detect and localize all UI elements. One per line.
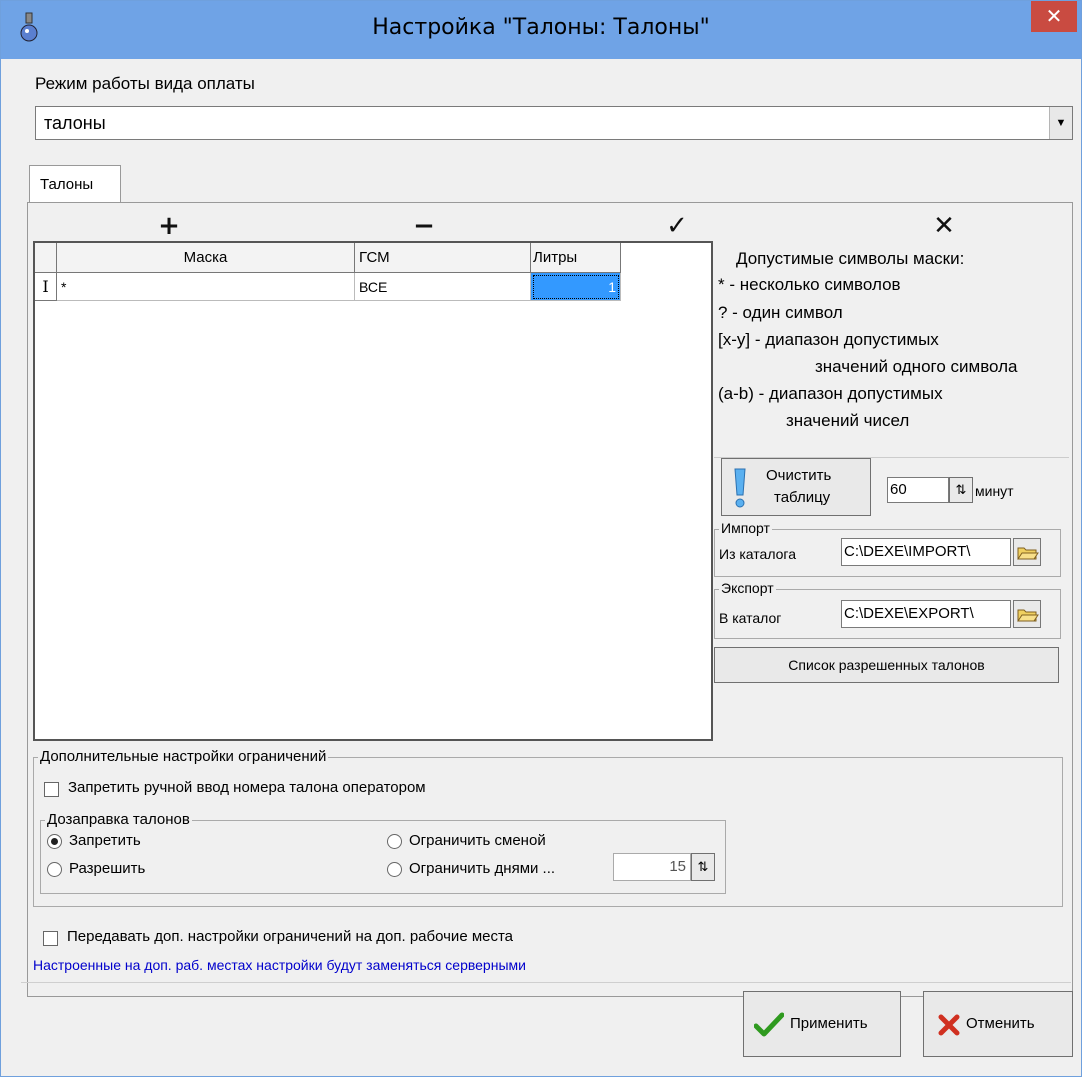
- transfer-settings-label: Передавать доп. настройки ограничений на…: [67, 928, 514, 945]
- mask-help-line: [x-y] - диапазон допустимых: [718, 330, 939, 349]
- cross-icon: [938, 1014, 960, 1036]
- minutes-unit: минут: [975, 483, 1014, 499]
- tab-label: Талоны: [40, 176, 94, 193]
- talons-grid[interactable]: Маска ГСМ Литры I * ВСЕ 1: [33, 241, 713, 741]
- cancel-record-button[interactable]: ✕: [924, 209, 964, 243]
- restrictions-group: Дополнительные настройки ограничений Зап…: [33, 748, 1063, 907]
- column-header-liters[interactable]: Литры: [531, 243, 621, 273]
- minutes-spin-icon[interactable]: ⇅: [949, 477, 973, 503]
- radio-allow[interactable]: [47, 862, 62, 877]
- title-bar[interactable]: Настройка "Талоны: Талоны" ✕: [1, 1, 1081, 59]
- days-input[interactable]: 15: [613, 853, 691, 881]
- import-group: Импорт Из каталога C:\DEXE\IMPORT\: [714, 520, 1061, 577]
- apply-label: Применить: [790, 1015, 868, 1032]
- close-button[interactable]: ✕: [1031, 1, 1077, 32]
- checkmark-icon: [754, 1012, 784, 1037]
- mask-help-title: Допустимые символы маски:: [736, 249, 965, 268]
- apply-button[interactable]: Применить: [743, 991, 901, 1057]
- mask-help-line: (a-b) - диапазон допустимых: [718, 384, 943, 403]
- export-label: В каталог: [719, 610, 782, 626]
- restrictions-group-title: Дополнительные настройки ограничений: [38, 748, 329, 765]
- post-record-button[interactable]: ✓: [657, 209, 697, 243]
- payment-mode-label: Режим работы вида оплаты: [35, 74, 255, 93]
- days-spin-icon[interactable]: ⇅: [691, 853, 715, 881]
- cell-liters[interactable]: 1: [531, 273, 621, 301]
- mask-help-line: ? - один символ: [718, 303, 843, 322]
- export-group: Экспорт В каталог C:\DEXE\EXPORT\: [714, 580, 1061, 639]
- allowed-talons-list-button[interactable]: Список разрешенных талонов: [714, 647, 1059, 683]
- mask-help-line: значений одного символа: [815, 357, 1018, 376]
- cancel-label: Отменить: [966, 1015, 1035, 1032]
- exclamation-icon: [734, 468, 746, 508]
- export-path-input[interactable]: C:\DEXE\EXPORT\: [841, 600, 1011, 628]
- grid-indicator-header: [35, 243, 57, 273]
- tab-talons[interactable]: Талоны: [29, 165, 121, 203]
- settings-window: Настройка "Талоны: Талоны" ✕ Режим работ…: [0, 0, 1082, 1077]
- cell-mask[interactable]: *: [57, 273, 355, 301]
- client-area: Режим работы вида оплаты талоны ▼ Талоны…: [9, 59, 1073, 1069]
- folder-open-icon[interactable]: [1013, 600, 1041, 628]
- import-group-title: Импорт: [719, 520, 772, 536]
- column-header-fuel[interactable]: ГСМ: [355, 243, 531, 273]
- row-indicator: I: [35, 273, 57, 301]
- transfer-settings-checkbox[interactable]: [43, 931, 58, 946]
- radio-limit-days[interactable]: [387, 862, 402, 877]
- import-label: Из каталога: [719, 546, 797, 562]
- clear-table-label-1: Очистить: [766, 467, 832, 484]
- radio-limit-days-label: Ограничить днями ...: [409, 860, 556, 877]
- info-text: Настроенные на доп. раб. местах настройк…: [33, 957, 526, 973]
- export-group-title: Экспорт: [719, 580, 776, 596]
- radio-forbid-label: Запретить: [69, 832, 141, 849]
- radio-limit-shift-label: Ограничить сменой: [409, 832, 546, 849]
- radio-limit-shift[interactable]: [387, 834, 402, 849]
- refill-group: Дозаправка талонов Запретить Разрешить О…: [40, 811, 726, 894]
- clear-table-label-2: таблицу: [774, 489, 831, 506]
- add-record-button[interactable]: +: [149, 209, 189, 243]
- payment-mode-select[interactable]: талоны ▼: [35, 106, 1073, 140]
- cell-fuel[interactable]: ВСЕ: [355, 273, 531, 301]
- radio-allow-label: Разрешить: [69, 860, 146, 877]
- payment-mode-value: талоны: [44, 113, 106, 133]
- radio-forbid[interactable]: [47, 834, 62, 849]
- window-title: Настройка "Талоны: Талоны": [372, 15, 710, 40]
- import-path-input[interactable]: C:\DEXE\IMPORT\: [841, 538, 1011, 566]
- chevron-down-icon[interactable]: ▼: [1049, 107, 1072, 139]
- column-header-mask[interactable]: Маска: [57, 243, 355, 273]
- folder-open-icon[interactable]: [1013, 538, 1041, 566]
- clear-table-button[interactable]: Очистить таблицу: [721, 458, 871, 516]
- delete-record-button[interactable]: −: [404, 209, 444, 243]
- forbid-manual-label: Запретить ручной ввод номера талона опер…: [68, 779, 426, 796]
- mask-help-line: значений чисел: [786, 411, 910, 430]
- mask-help-panel: Допустимые символы маски: * - несколько …: [714, 241, 1069, 458]
- forbid-manual-checkbox[interactable]: [44, 782, 59, 797]
- cancel-button[interactable]: Отменить: [923, 991, 1073, 1057]
- minutes-input[interactable]: 60: [887, 477, 949, 503]
- mask-help-line: * - несколько символов: [718, 275, 901, 294]
- refill-group-title: Дозаправка талонов: [45, 811, 192, 828]
- divider: [21, 982, 1071, 983]
